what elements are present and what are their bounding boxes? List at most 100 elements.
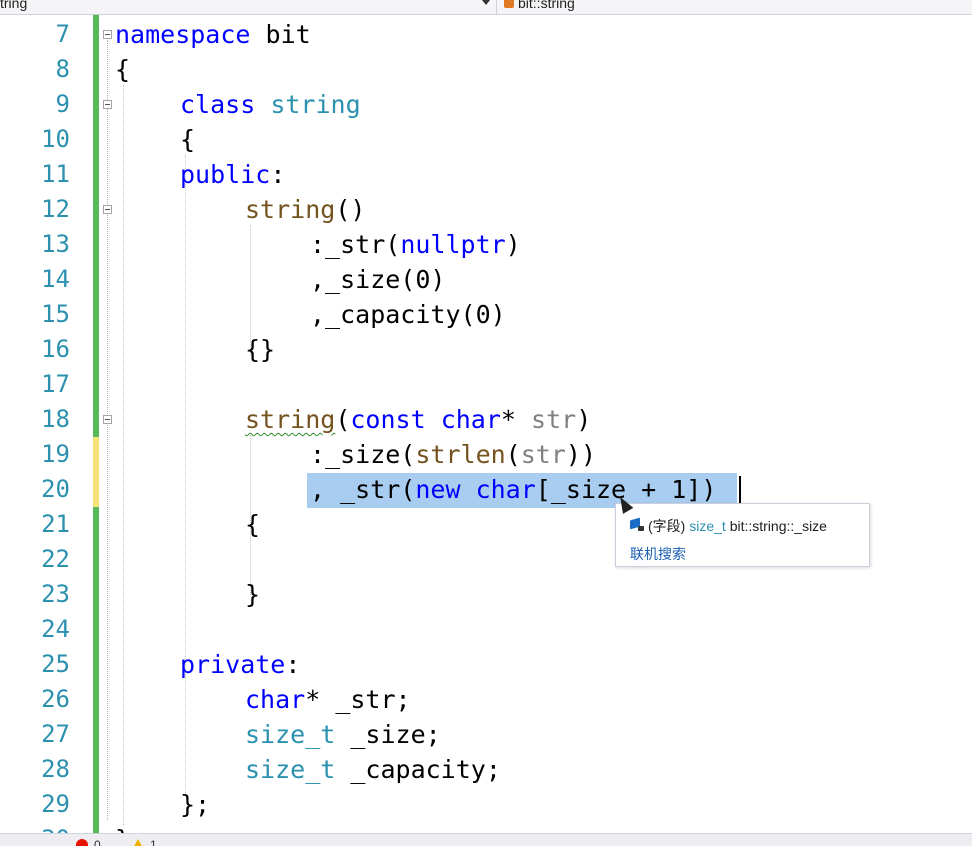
line-number: 11 — [41, 160, 70, 188]
code-token: )) — [565, 440, 596, 469]
code-token: : — [285, 650, 301, 679]
code-line: , _str(new char[_size + 1]) — [310, 472, 716, 507]
code-token: ) — [576, 405, 592, 434]
code-token: :_str( — [310, 230, 401, 259]
code-line: { — [245, 510, 261, 539]
line-number: 25 — [41, 650, 70, 678]
code-editor[interactable]: 7 8 9 10 11 12 13 14 15 16 17 18 19 20 2… — [0, 15, 972, 833]
type-token: size_t — [245, 720, 336, 749]
type-token: size_t — [245, 755, 336, 784]
code-line: size_t _size; — [245, 717, 441, 752]
line-number: 28 — [41, 755, 70, 783]
code-line: } — [115, 822, 130, 833]
code-token: * — [500, 405, 532, 434]
line-number: 13 — [41, 230, 70, 258]
tooltip-signature: (字段) size_t bit::string::_size — [630, 516, 827, 536]
line-number: 21 — [41, 510, 70, 538]
line-number: 15 — [41, 300, 70, 328]
code-line: ,_size(0) — [310, 265, 446, 294]
code-line: public: — [180, 157, 285, 192]
member-dropdown-label: bit::string — [518, 0, 575, 11]
change-indicator-unsaved — [93, 437, 99, 507]
navbar-divider — [496, 0, 497, 14]
code-line: namespace bit — [115, 17, 311, 52]
code-line: {} — [245, 335, 276, 364]
tooltip-member-name: _size — [794, 518, 827, 534]
code-line: }; — [180, 790, 211, 819]
code-line: size_t _capacity; — [245, 752, 501, 787]
navigation-bar: tring bit::string — [0, 0, 972, 15]
indent-guide — [185, 155, 187, 795]
code-token: _capacity; — [335, 755, 501, 784]
line-number: 29 — [41, 790, 70, 818]
code-line: string() — [245, 192, 365, 227]
parameter-token: str — [520, 440, 566, 469]
code-token: _size; — [335, 720, 441, 749]
code-token: ( — [335, 405, 351, 434]
function-token: string — [245, 195, 336, 224]
online-search-link[interactable]: 联机搜索 — [630, 544, 686, 564]
line-number: 7 — [55, 20, 70, 48]
tooltip-type: size_t — [689, 518, 726, 534]
line-number: 14 — [41, 265, 70, 293]
text-caret — [739, 476, 741, 506]
line-number: 8 — [55, 55, 70, 83]
collapse-class-icon[interactable] — [103, 100, 112, 109]
keyword-token: char — [475, 475, 536, 504]
quick-info-tooltip: (字段) size_t bit::string::_size 联机搜索 — [615, 503, 870, 567]
class-icon — [504, 0, 514, 8]
keyword-token: namespace — [115, 20, 251, 49]
change-indicator-saved — [93, 15, 99, 437]
line-number: 27 — [41, 720, 70, 748]
code-line: { — [180, 125, 196, 154]
line-number: 19 — [41, 440, 70, 468]
collapse-constructor-icon[interactable] — [103, 205, 112, 214]
line-number: 20 — [41, 475, 70, 503]
code-token: bit — [250, 20, 311, 49]
line-number: 9 — [55, 90, 70, 118]
keyword-token: class — [180, 90, 256, 119]
chevron-down-icon[interactable] — [482, 0, 490, 5]
code-line: :_str(nullptr) — [310, 227, 521, 262]
collapse-constructor-icon[interactable] — [103, 415, 112, 424]
scope-dropdown[interactable]: tring — [0, 0, 490, 13]
tooltip-scope: bit::string:: — [729, 518, 795, 534]
field-lock-icon — [630, 517, 644, 533]
outline-line — [107, 40, 109, 820]
code-line: string(const char* str) — [245, 402, 591, 437]
keyword-token: char — [440, 405, 501, 434]
code-token: ( — [505, 440, 521, 469]
code-token: () — [335, 195, 366, 224]
code-token: , _str( — [310, 475, 416, 504]
line-number: 26 — [41, 685, 70, 713]
member-dropdown[interactable]: bit::string — [504, 0, 575, 13]
code-token: * _str; — [305, 685, 411, 714]
parameter-token: str — [531, 405, 577, 434]
type-token: string — [270, 90, 361, 119]
code-line: } — [245, 580, 261, 609]
keyword-token: const — [350, 405, 426, 434]
tooltip-kind: (字段) — [648, 518, 686, 534]
line-number: 18 — [41, 405, 70, 433]
code-line: char* _str; — [245, 682, 411, 717]
code-line: ,_capacity(0) — [310, 300, 506, 329]
function-token: strlen — [415, 440, 506, 469]
keyword-token: new — [415, 475, 461, 504]
indent-guide — [123, 85, 125, 825]
line-number: 12 — [41, 195, 70, 223]
line-number: 17 — [41, 370, 70, 398]
line-number: 10 — [41, 125, 70, 153]
code-line: { — [115, 55, 131, 84]
collapse-namespace-icon[interactable] — [103, 30, 112, 39]
keyword-token: public — [180, 160, 271, 189]
scope-dropdown-label: tring — [0, 0, 28, 11]
code-token: :_size( — [310, 440, 416, 469]
line-number: 30 — [0, 822, 70, 833]
line-number: 24 — [41, 615, 70, 643]
code-line: :_size(strlen(str)) — [310, 437, 596, 472]
line-number: 23 — [41, 580, 70, 608]
keyword-token: nullptr — [400, 230, 506, 259]
